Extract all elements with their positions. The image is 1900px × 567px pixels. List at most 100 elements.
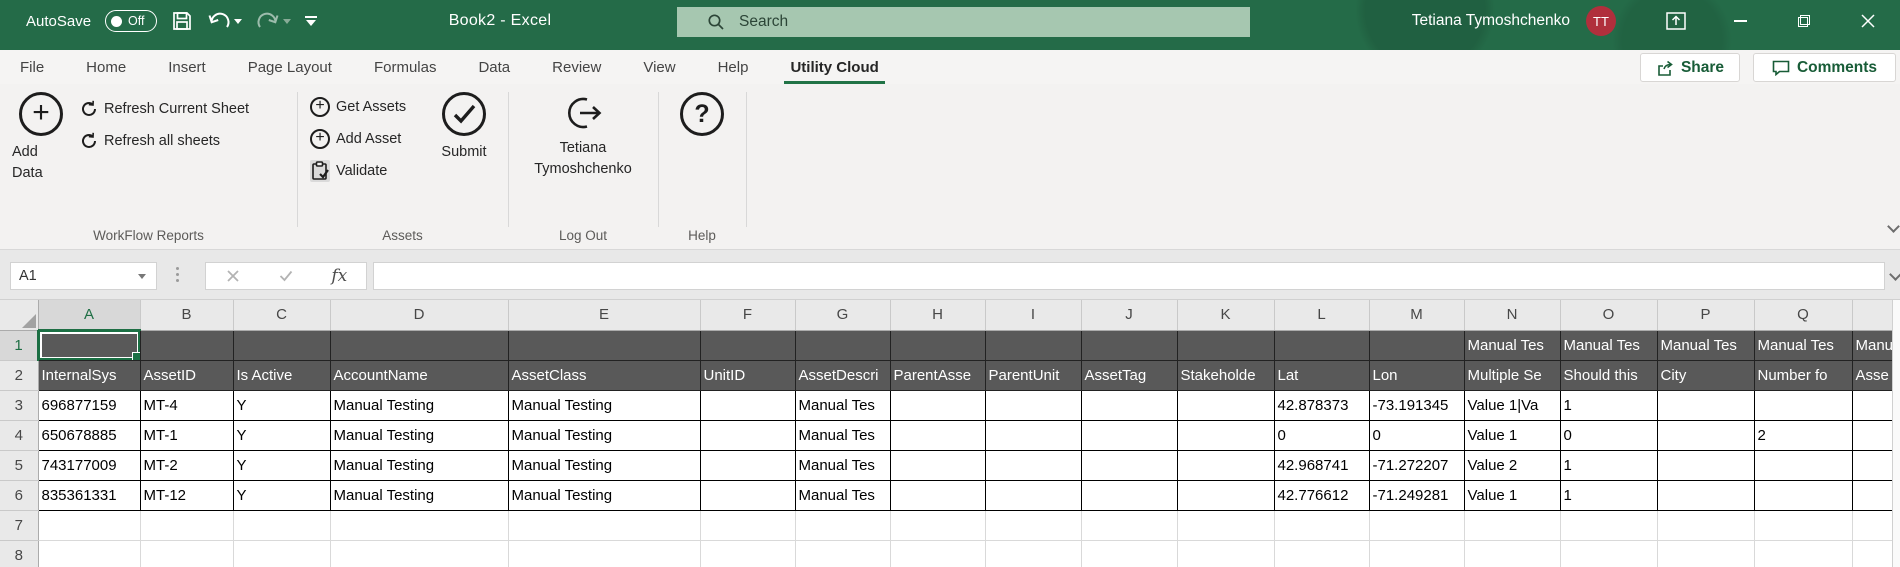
expand-formula-bar-chevron[interactable] [1889,268,1900,281]
cell-A6[interactable]: 835361331 [38,480,140,510]
cell-A3[interactable]: 696877159 [38,390,140,420]
cell-O3[interactable]: 1 [1560,390,1657,420]
cell-M1[interactable] [1369,330,1464,360]
cell-G1[interactable] [795,330,890,360]
cell-M3[interactable]: -73.191345 [1369,390,1464,420]
cell-M4[interactable]: 0 [1369,420,1464,450]
close-button[interactable] [1836,0,1900,42]
cell-E5[interactable]: Manual Testing [508,450,700,480]
tab-page-layout[interactable]: Page Layout [246,50,334,84]
cell-P7[interactable] [1657,510,1754,540]
cell-P4[interactable] [1657,420,1754,450]
cell-K6[interactable] [1177,480,1274,510]
enter-icon[interactable] [259,270,312,282]
cell-F2[interactable]: UnitID [700,360,795,390]
cell-F6[interactable] [700,480,795,510]
add-data-button[interactable]: + Add Data [12,92,70,184]
cell-Q5[interactable] [1754,450,1852,480]
col-header-H[interactable]: H [890,300,985,330]
comments-button[interactable]: Comments [1753,53,1896,82]
cell-F4[interactable] [700,420,795,450]
col-header-Q[interactable]: Q [1754,300,1852,330]
cell-A2[interactable]: InternalSys [38,360,140,390]
cell-B8[interactable] [140,540,233,567]
cell-x2[interactable]: Asse [1852,360,1892,390]
cell-G2[interactable]: AssetDescri [795,360,890,390]
cell-Q8[interactable] [1754,540,1852,567]
user-name[interactable]: Tetiana Tymoshchenko [1412,12,1570,30]
cell-C8[interactable] [233,540,330,567]
vertical-scrollbar[interactable] [1892,300,1900,567]
cell-E8[interactable] [508,540,700,567]
cell-H6[interactable] [890,480,985,510]
validate-button[interactable]: Validate [310,159,387,183]
submit-button[interactable]: Submit [432,92,496,163]
insert-function-button[interactable]: fx [313,266,366,286]
cell-Q7[interactable] [1754,510,1852,540]
formula-input[interactable] [373,262,1885,290]
cell-O2[interactable]: Should this [1560,360,1657,390]
row-header-5[interactable]: 5 [0,450,38,480]
cell-M2[interactable]: Lon [1369,360,1464,390]
cell-Q4[interactable]: 2 [1754,420,1852,450]
cell-x4[interactable] [1852,420,1892,450]
cancel-icon[interactable] [206,270,259,282]
cell-F5[interactable] [700,450,795,480]
cell-K1[interactable] [1177,330,1274,360]
cell-L8[interactable] [1274,540,1369,567]
tab-data[interactable]: Data [476,50,512,84]
row-header-8[interactable]: 8 [0,540,38,567]
cell-J5[interactable] [1081,450,1177,480]
redo-button[interactable] [256,11,291,31]
quick-access-overflow-icon[interactable] [305,16,317,26]
cell-C7[interactable] [233,510,330,540]
tab-insert[interactable]: Insert [166,50,208,84]
cell-P1[interactable]: Manual Tes [1657,330,1754,360]
cell-F3[interactable] [700,390,795,420]
cell-E6[interactable]: Manual Testing [508,480,700,510]
cell-O8[interactable] [1560,540,1657,567]
collapse-ribbon-chevron[interactable] [1887,220,1900,233]
cell-H7[interactable] [890,510,985,540]
add-asset-button[interactable]: + Add Asset [310,127,401,151]
row-header-1[interactable]: 1 [0,330,38,360]
cell-B5[interactable]: MT-2 [140,450,233,480]
cell-J1[interactable] [1081,330,1177,360]
cell-I1[interactable] [985,330,1081,360]
cell-L2[interactable]: Lat [1274,360,1369,390]
tab-help[interactable]: Help [716,50,751,84]
cell-G4[interactable]: Manual Tes [795,420,890,450]
autosave-toggle[interactable]: Off [105,10,157,32]
cell-Q3[interactable] [1754,390,1852,420]
tab-home[interactable]: Home [84,50,128,84]
cell-I2[interactable]: ParentUnit [985,360,1081,390]
cell-H1[interactable] [890,330,985,360]
cell-C4[interactable]: Y [233,420,330,450]
cell-L4[interactable]: 0 [1274,420,1369,450]
col-header-L[interactable]: L [1274,300,1369,330]
cell-D1[interactable] [330,330,508,360]
col-header-J[interactable]: J [1081,300,1177,330]
cell-O6[interactable]: 1 [1560,480,1657,510]
cell-E4[interactable]: Manual Testing [508,420,700,450]
user-avatar[interactable]: TT [1586,6,1616,36]
tab-review[interactable]: Review [550,50,603,84]
cell-C3[interactable]: Y [233,390,330,420]
cell-F1[interactable] [700,330,795,360]
cell-L7[interactable] [1274,510,1369,540]
cell-P2[interactable]: City [1657,360,1754,390]
cell-B6[interactable]: MT-12 [140,480,233,510]
get-assets-button[interactable]: + Get Assets [310,95,406,119]
col-header-E[interactable]: E [508,300,700,330]
cell-L6[interactable]: 42.776612 [1274,480,1369,510]
cell-I6[interactable] [985,480,1081,510]
cell-L5[interactable]: 42.968741 [1274,450,1369,480]
cell-L3[interactable]: 42.878373 [1274,390,1369,420]
cell-J2[interactable]: AssetTag [1081,360,1177,390]
cell-G5[interactable]: Manual Tes [795,450,890,480]
formula-bar-grip[interactable] [176,267,179,282]
cell-B1[interactable] [140,330,233,360]
refresh-current-sheet-button[interactable]: Refresh Current Sheet [80,97,249,121]
cell-H8[interactable] [890,540,985,567]
cell-B4[interactable]: MT-1 [140,420,233,450]
